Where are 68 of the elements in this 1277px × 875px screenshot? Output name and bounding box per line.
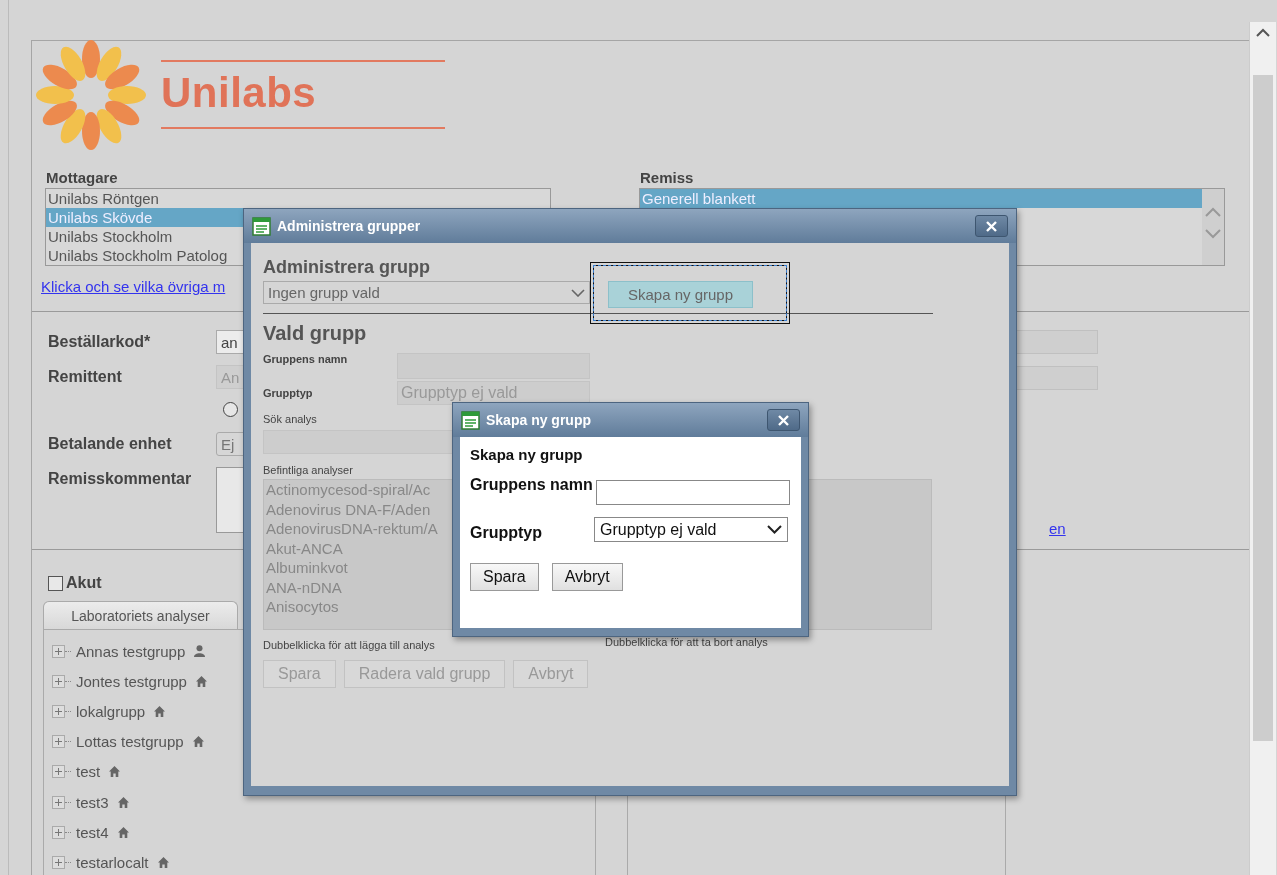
expand-icon[interactable] — [52, 644, 65, 658]
scroll-down-icon[interactable] — [1205, 229, 1221, 239]
section-heading: Vald grupp — [263, 322, 368, 345]
hint-text: Dubbelklicka för att lägga till analys — [263, 639, 436, 651]
home-icon — [192, 736, 204, 748]
expand-icon[interactable] — [52, 825, 65, 839]
field-label: Gruppens namn — [470, 476, 594, 494]
radio-button[interactable] — [223, 402, 238, 417]
create-group-button[interactable]: Skapa ny grupp — [608, 280, 753, 308]
expand-icon[interactable] — [52, 795, 65, 809]
home-icon — [117, 796, 129, 808]
logo-text: Unilabs — [161, 68, 317, 116]
tree-item[interactable]: test3 — [76, 793, 109, 811]
dialog-heading: Skapa ny grupp — [470, 446, 584, 463]
chevron-down-icon — [767, 525, 782, 534]
home-icon — [157, 856, 169, 868]
tree-item[interactable]: test — [76, 763, 101, 781]
field-label: Grupptyp — [470, 524, 543, 542]
home-icon — [109, 766, 121, 778]
field-label: Betalande enhet — [48, 434, 173, 453]
window-icon — [461, 410, 480, 430]
link[interactable]: en — [1049, 520, 1098, 537]
tree-item[interactable]: Jontes testgrupp — [76, 672, 187, 690]
field-label: Sök analys — [263, 413, 317, 425]
window-icon — [252, 216, 271, 236]
tree-item[interactable]: Annas testgrupp — [76, 642, 186, 660]
tree-item[interactable]: test4 — [76, 823, 109, 841]
expand-icon[interactable] — [52, 674, 65, 688]
scroll-up-icon[interactable] — [1256, 28, 1270, 37]
person-icon — [194, 645, 206, 658]
field-label: Grupptyp — [263, 387, 314, 399]
tab[interactable]: Laboratoriets analyser — [43, 601, 238, 629]
close-icon — [986, 220, 997, 232]
checkbox-label: Akut — [66, 574, 102, 592]
expand-icon[interactable] — [52, 855, 65, 869]
tree-item[interactable]: Lottas testgrupp — [76, 733, 184, 751]
field-label: Beställarkod* — [48, 332, 152, 351]
home-icon — [117, 826, 129, 838]
dialog-button[interactable]: Spara — [470, 563, 539, 591]
sunburst-logo-icon — [35, 39, 147, 151]
dialog-title: Administrera grupper — [277, 218, 422, 234]
group-type-select[interactable]: Grupptyp ej vald — [594, 517, 788, 542]
expand-icon[interactable] — [52, 704, 65, 718]
expand-icon[interactable] — [52, 735, 65, 749]
group-select[interactable]: Ingen grupp vald — [263, 281, 590, 304]
scrollbar-thumb[interactable] — [1253, 75, 1273, 741]
close-button[interactable] — [767, 409, 800, 431]
recipients-link[interactable]: Klicka och se vilka övriga m — [41, 278, 226, 295]
home-icon — [195, 675, 207, 687]
field-label: Befintliga analyser — [263, 464, 353, 476]
dialog-title: Skapa ny grupp — [486, 412, 593, 428]
hint-text: Dubbelklicka för att ta bort analys — [605, 636, 768, 650]
field-label: Gruppens namn — [263, 353, 349, 365]
expand-icon[interactable] — [52, 765, 65, 779]
tree-item[interactable]: lokalgrupp — [76, 702, 146, 720]
field-label: Remittent — [48, 367, 123, 386]
dialog-button[interactable]: Avbryt — [551, 563, 623, 591]
referral-legend: Remiss — [640, 169, 1225, 186]
field-label: Remisskommentar — [48, 469, 193, 488]
recipient-legend: Mottagare — [46, 169, 551, 186]
checkbox[interactable] — [48, 575, 63, 591]
home-icon — [154, 705, 166, 717]
close-icon — [778, 414, 789, 426]
tree-item[interactable]: testarlocalt — [76, 853, 149, 871]
close-button[interactable] — [975, 215, 1008, 237]
recipient-item[interactable]: Unilabs Röntgen — [46, 189, 550, 208]
group-name-field[interactable] — [596, 480, 790, 505]
chevron-down-icon — [571, 288, 585, 297]
